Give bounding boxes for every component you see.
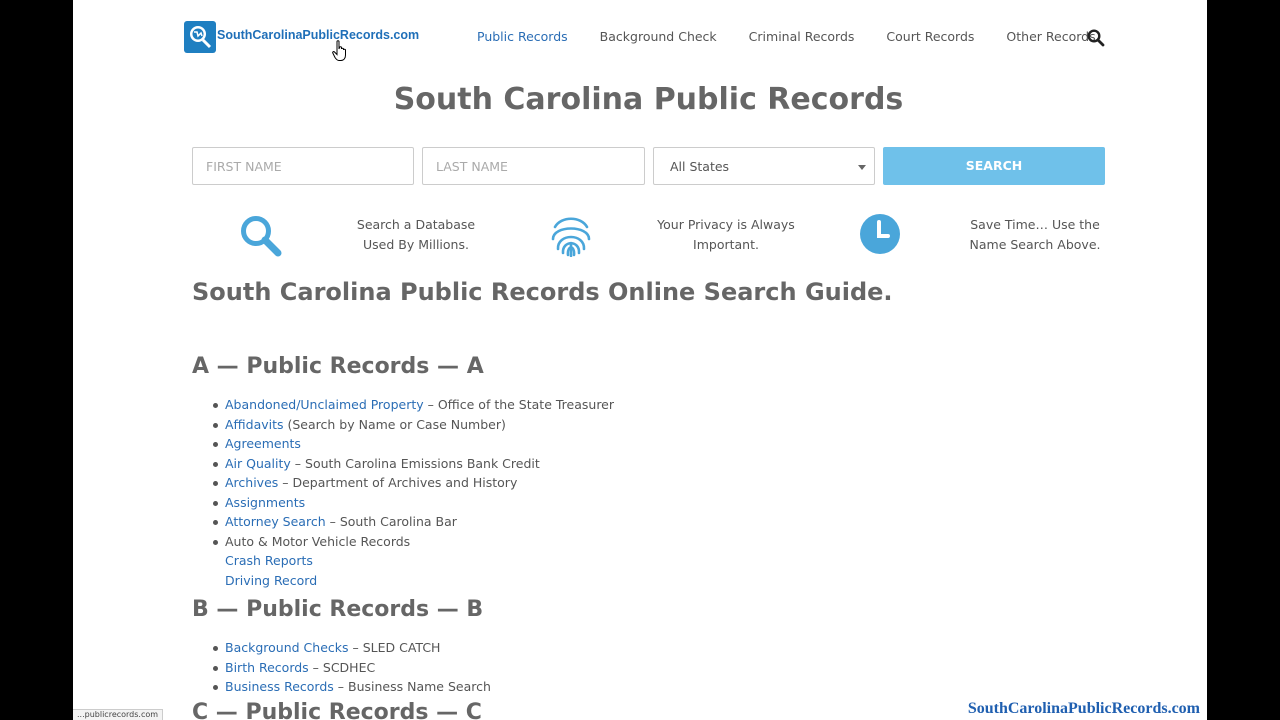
main-nav: Public Records Background Check Criminal… [477,29,1128,44]
list-item: Air Quality – South Carolina Emissions B… [213,454,614,474]
nav-public-records[interactable]: Public Records [477,29,568,44]
section-a-list: Abandoned/Unclaimed Property – Office of… [213,395,614,590]
nav-criminal-records[interactable]: Criminal Records [749,29,855,44]
list-subitem: Crash Reports [213,551,614,571]
fingerprint-icon [549,213,593,261]
list-item: Background Checks – SLED CATCH [213,638,491,658]
section-b-list: Background Checks – SLED CATCH Birth Rec… [213,638,491,697]
record-link[interactable]: Affidavits [225,417,284,432]
nav-court-records[interactable]: Court Records [886,29,974,44]
feature-text-privacy: Your Privacy is Always Important. [657,217,795,252]
list-subitem: Driving Record [213,571,614,591]
record-link[interactable]: Background Checks [225,640,349,655]
list-item: Auto & Motor Vehicle Records [213,532,614,552]
list-item: Attorney Search – South Carolina Bar [213,512,614,532]
list-item: Agreements [213,434,614,454]
record-link[interactable]: Abandoned/Unclaimed Property [225,397,424,412]
list-item: Business Records – Business Name Search [213,677,491,697]
list-item: Archives – Department of Archives and Hi… [213,473,614,493]
feature-text-search: Search a Database Used By Millions. [356,217,476,252]
record-link[interactable]: Air Quality [225,456,291,471]
state-select[interactable]: All States [653,147,875,185]
hand-cursor-icon [332,40,348,66]
first-name-input[interactable] [206,159,400,174]
caret-down-icon [858,165,866,170]
search-feature-icon [238,213,284,263]
search-button[interactable]: SEARCH [883,147,1105,185]
section-a-title: A — Public Records — A [192,354,484,379]
record-link[interactable]: Archives [225,475,278,490]
record-text: Auto & Motor Vehicle Records [225,533,411,549]
state-select-value: All States [670,159,730,174]
logo-text: SouthCarolinaPublicRecords.com [217,28,420,42]
list-item: Affidavits (Search by Name or Case Numbe… [213,415,614,435]
nav-other-records[interactable]: Other Records [1006,29,1095,44]
record-link[interactable]: Driving Record [225,573,317,588]
nav-background-check[interactable]: Background Check [600,29,717,44]
section-c-title: C — Public Records — C [192,700,482,720]
feature-text-time: Save Time… Use the Name Search Above. [969,217,1101,252]
site-logo[interactable]: SouthCarolinaPublicRecords.com [184,21,419,53]
list-item: Birth Records – SCDHEC [213,658,491,678]
last-name-field[interactable] [422,147,645,185]
record-link[interactable]: Crash Reports [225,553,313,568]
browser-viewport: SouthCarolinaPublicRecords.com Public Re… [73,0,1207,720]
status-bar-url: ...publicrecords.com [73,709,164,720]
list-item: Abandoned/Unclaimed Property – Office of… [213,395,614,415]
record-link[interactable]: Assignments [225,495,305,510]
section-b-title: B — Public Records — B [192,597,484,622]
page-title: South Carolina Public Records [393,82,904,117]
clock-icon [859,213,901,259]
list-item: Assignments [213,493,614,513]
search-icon[interactable] [1087,29,1105,47]
record-link[interactable]: Birth Records [225,660,309,675]
video-watermark: SouthCarolinaPublicRecords.com [967,700,1200,717]
logo-magnifier-icon [184,21,216,53]
last-name-input[interactable] [436,159,631,174]
first-name-field[interactable] [192,147,414,185]
record-link[interactable]: Agreements [225,436,301,451]
guide-title: South Carolina Public Records Online Sea… [192,278,893,306]
record-link[interactable]: Attorney Search [225,514,326,529]
record-link[interactable]: Business Records [225,679,334,694]
